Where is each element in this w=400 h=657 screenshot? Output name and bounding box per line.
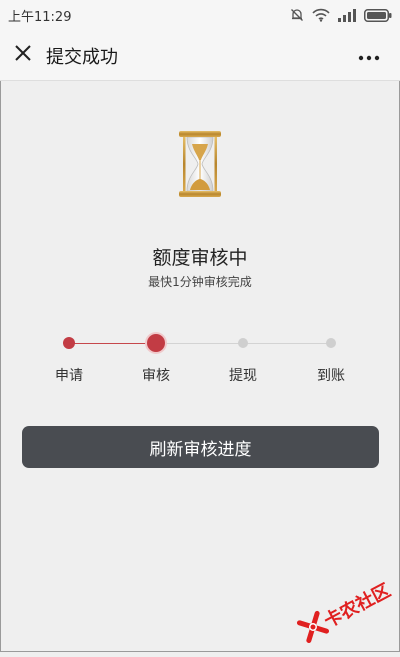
close-icon [14,44,32,66]
status-bar: 上午11:29 [0,0,400,30]
progress-track-complete [69,343,156,344]
status-time: 上午11:29 [8,10,72,25]
close-button[interactable] [10,42,36,68]
step-dot-withdraw [238,338,248,348]
step-label-apply: 申请 [55,368,83,384]
review-status-title: 额度审核中 [152,247,248,269]
page-title: 提交成功 [46,47,118,68]
step-dot-arrival [326,338,336,348]
step-label-withdraw: 提现 [229,368,257,384]
step-label-review: 审核 [142,368,170,384]
more-button[interactable] [354,44,384,66]
page-frame [0,0,400,652]
battery-icon [364,8,392,22]
wifi-icon [312,8,330,22]
hourglass-icon [178,130,222,198]
step-dot-review [147,334,165,352]
step-dot-apply [63,337,75,349]
signal-icon [338,8,356,22]
refresh-progress-button[interactable]: 刷新审核进度 [22,426,379,468]
step-label-arrival: 到账 [317,368,345,384]
app-header: 提交成功 [0,30,400,81]
progress-steps: 申请 审核 提现 到账 [0,330,400,390]
status-icons [290,6,392,24]
more-icon [358,46,380,65]
review-status-subtitle: 最快1分钟审核完成 [148,275,252,289]
dnd-icon [290,8,304,22]
